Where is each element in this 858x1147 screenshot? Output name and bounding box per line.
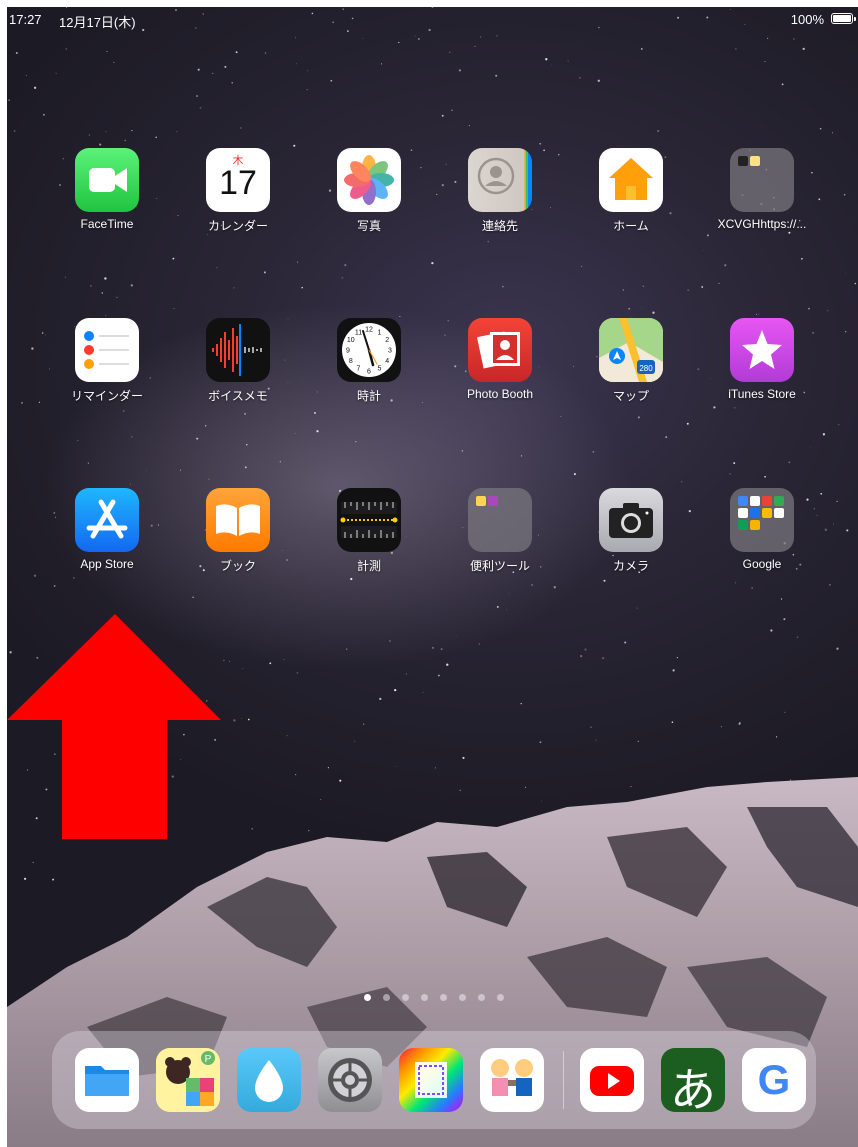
app-photos[interactable]: 写真 bbox=[314, 148, 424, 234]
kids-people-app-icon[interactable] bbox=[480, 1048, 544, 1112]
app-store-icon bbox=[75, 488, 139, 552]
clock-number: 12 bbox=[365, 327, 373, 334]
contacts-icon bbox=[468, 148, 532, 212]
app-app-store[interactable]: App Store bbox=[52, 488, 162, 571]
clock-number: 5 bbox=[378, 366, 382, 373]
page-dot[interactable] bbox=[402, 994, 409, 1001]
clock-number: 11 bbox=[355, 329, 362, 336]
clock-icon: 12 1 2 3 4 5 6 7 8 9 10 11 bbox=[337, 318, 401, 382]
app-label: カレンダー bbox=[207, 219, 268, 233]
app-label: 計測 bbox=[356, 559, 381, 573]
app-label: Google bbox=[742, 557, 782, 571]
app-label: ボイスメモ bbox=[208, 389, 268, 403]
maps-icon: 280 bbox=[599, 318, 663, 382]
clock-face: 12 12 3 45678 9 1011 bbox=[342, 323, 396, 377]
book-creator-icon[interactable] bbox=[399, 1048, 463, 1112]
app-camera[interactable]: カメラ bbox=[576, 488, 686, 574]
page-dot[interactable] bbox=[383, 994, 390, 1001]
clock-number: 4 bbox=[385, 358, 389, 365]
kids-blocks-app-icon[interactable]: P bbox=[156, 1048, 220, 1112]
clock-number: 7 bbox=[357, 366, 361, 373]
battery-icon bbox=[831, 13, 856, 24]
status-bar: 17:27 12月17日(木) 100% bbox=[7, 7, 858, 33]
app-voice-memos[interactable]: ボイスメモ bbox=[183, 318, 293, 404]
app-contacts[interactable]: 連絡先 bbox=[445, 148, 555, 234]
app-label: 便利ツール bbox=[469, 559, 530, 573]
app-label: ホーム bbox=[613, 219, 649, 233]
app-maps[interactable]: 280 マップ bbox=[576, 318, 686, 404]
folder-icon bbox=[468, 488, 532, 552]
app-label: リマインダー bbox=[70, 389, 143, 403]
water-drop-app-icon[interactable] bbox=[237, 1048, 301, 1112]
clock-number: 9 bbox=[346, 348, 350, 355]
app-folder-google[interactable]: Google bbox=[707, 488, 817, 571]
page-dot[interactable] bbox=[421, 994, 428, 1001]
page-dot[interactable] bbox=[364, 994, 371, 1001]
app-photo-booth[interactable]: Photo Booth bbox=[445, 318, 555, 401]
app-label: 連絡先 bbox=[481, 219, 518, 233]
page-dot[interactable] bbox=[440, 994, 447, 1001]
google-glyph: G bbox=[757, 1056, 791, 1103]
clock-number: 10 bbox=[347, 337, 355, 344]
app-label: XCVGHhttps://... bbox=[717, 217, 807, 231]
clock-number: 8 bbox=[349, 358, 353, 365]
photos-icon bbox=[337, 148, 401, 212]
app-clock[interactable]: 12 1 2 3 4 5 6 7 8 9 10 11 時計 bbox=[314, 318, 424, 404]
clock-number: 6 bbox=[367, 369, 371, 376]
folder-icon bbox=[730, 148, 794, 212]
app-home[interactable]: ホーム bbox=[576, 148, 686, 234]
page-dot[interactable] bbox=[497, 994, 504, 1001]
page-dot[interactable] bbox=[459, 994, 466, 1001]
reminders-icon bbox=[75, 318, 139, 382]
itunes-store-icon bbox=[730, 318, 794, 382]
voice-memos-icon bbox=[206, 318, 270, 382]
youtube-icon[interactable] bbox=[580, 1048, 644, 1112]
status-date: 12月17日(木) bbox=[59, 15, 136, 30]
app-facetime[interactable]: FaceTime bbox=[52, 148, 162, 231]
app-calendar[interactable]: 木 17 カレンダー bbox=[183, 148, 293, 234]
page-indicator[interactable] bbox=[364, 994, 514, 1004]
measure-icon bbox=[337, 488, 401, 552]
app-label: FaceTime bbox=[80, 217, 134, 231]
app-badge: P bbox=[205, 1054, 212, 1065]
status-time: 17:27 bbox=[9, 12, 42, 27]
photo-booth-icon bbox=[468, 318, 532, 382]
map-road-sign: 280 bbox=[639, 364, 653, 373]
settings-icon[interactable] bbox=[318, 1048, 382, 1112]
app-label: 写真 bbox=[356, 219, 381, 233]
red-up-arrow bbox=[7, 614, 221, 839]
home-screen: 17:27 12月17日(木) 100% FaceTime 木 17 カレンダー bbox=[7, 7, 858, 1147]
books-icon bbox=[206, 488, 270, 552]
google-icon[interactable]: G bbox=[742, 1048, 806, 1112]
app-books[interactable]: ブック bbox=[183, 488, 293, 574]
app-label: App Store bbox=[80, 557, 134, 571]
dock-separator bbox=[563, 1051, 564, 1109]
hiragana-app-icon[interactable]: あ bbox=[661, 1048, 725, 1112]
app-label: カメラ bbox=[612, 559, 649, 573]
home-app-icon bbox=[599, 148, 663, 212]
app-label: 時計 bbox=[356, 389, 381, 403]
app-label: マップ bbox=[612, 389, 649, 403]
clock-number: 3 bbox=[388, 348, 392, 355]
clock-number: 1 bbox=[378, 329, 382, 336]
files-icon[interactable] bbox=[75, 1048, 139, 1112]
dock: P あ G bbox=[52, 1031, 816, 1129]
app-reminders[interactable]: リマインダー bbox=[52, 318, 162, 404]
facetime-icon bbox=[75, 148, 139, 212]
app-label: iTunes Store bbox=[728, 387, 796, 401]
app-label: Photo Booth bbox=[466, 387, 534, 401]
google-folder-icon bbox=[730, 488, 794, 552]
calendar-icon: 木 17 bbox=[206, 148, 270, 212]
app-label: ブック bbox=[219, 559, 256, 573]
app-folder-xcvgh[interactable]: XCVGHhttps://... bbox=[707, 148, 817, 231]
battery-percent: 100% bbox=[790, 12, 824, 27]
clock-number: 2 bbox=[385, 337, 389, 344]
app-measure[interactable]: 計測 bbox=[314, 488, 424, 574]
app-folder-tools[interactable]: 便利ツール bbox=[445, 488, 555, 574]
page-dot[interactable] bbox=[478, 994, 485, 1001]
camera-icon bbox=[599, 488, 663, 552]
calendar-day: 17 bbox=[219, 164, 257, 202]
app-itunes-store[interactable]: iTunes Store bbox=[707, 318, 817, 401]
hiragana-glyph: あ bbox=[670, 1063, 716, 1112]
